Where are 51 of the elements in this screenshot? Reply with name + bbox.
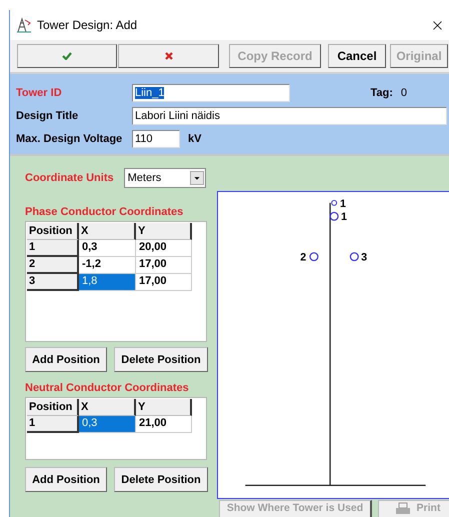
conductor-label: 1 <box>340 211 347 224</box>
phase-conductor <box>350 252 359 262</box>
tag-value: 0 <box>400 87 407 99</box>
position-button[interactable]: Delete Position <box>114 347 208 372</box>
column-header: Position <box>27 399 79 416</box>
discard-button[interactable] <box>118 44 219 68</box>
column-header: Y <box>136 399 192 416</box>
position-cell[interactable]: 1 <box>27 416 79 433</box>
column-header: X <box>79 399 136 416</box>
position-cell[interactable]: 2 <box>27 257 79 274</box>
x-cell[interactable]: 0,3 <box>79 416 136 433</box>
field-label: Max. Design Voltage <box>16 133 124 145</box>
phase-conductor <box>309 252 318 262</box>
check-icon <box>62 52 72 60</box>
conductor-label: 1 <box>340 198 346 210</box>
design-title-field[interactable]: Labori Liini näidis <box>132 107 447 125</box>
conductor-label: 3 <box>361 252 368 264</box>
field-label: Coordinate Units <box>25 172 114 184</box>
x-cell[interactable]: 0,3 <box>79 240 136 257</box>
section-title: Neutral Conductor Coordinates <box>25 382 190 394</box>
x-cell[interactable]: 1,8 <box>79 274 136 291</box>
field-label: Design Title <box>16 110 80 122</box>
column-header: X <box>79 223 136 240</box>
window-title: Tower Design: Add <box>37 18 138 32</box>
y-cell[interactable]: 21,00 <box>136 416 192 433</box>
position-button[interactable]: Delete Position <box>114 467 208 492</box>
tag-label: Tag: <box>370 87 393 99</box>
units-dropdown[interactable]: Meters <box>124 168 206 188</box>
column-header: Position <box>27 223 79 240</box>
toolbar-button[interactable]: Cancel <box>328 44 386 68</box>
y-cell[interactable]: 17,00 <box>136 257 192 274</box>
close-icon <box>164 52 172 60</box>
printer-icon <box>394 502 411 515</box>
field-label: Tower ID <box>16 87 63 99</box>
position-button[interactable]: Add Position <box>25 347 107 372</box>
position-cell[interactable]: 1 <box>27 240 79 257</box>
unit-label: kV <box>188 133 202 145</box>
y-cell[interactable]: 17,00 <box>136 274 192 291</box>
x-cell[interactable]: -1,2 <box>79 257 136 274</box>
position-button[interactable]: Add Position <box>25 467 107 492</box>
neutral-conductor <box>331 200 338 206</box>
phase-conductor <box>330 212 339 221</box>
voltage-field[interactable]: 110 <box>132 130 180 148</box>
tower-id-field[interactable]: Liin_1 <box>132 84 290 102</box>
position-cell[interactable]: 3 <box>27 274 79 291</box>
app-icon <box>16 17 32 33</box>
section-title: Phase Conductor Coordinates <box>25 206 184 218</box>
column-header: Y <box>136 223 192 240</box>
conductor-label: 2 <box>300 252 306 264</box>
y-cell[interactable]: 20,00 <box>136 240 192 257</box>
confirm-button[interactable] <box>17 44 117 68</box>
